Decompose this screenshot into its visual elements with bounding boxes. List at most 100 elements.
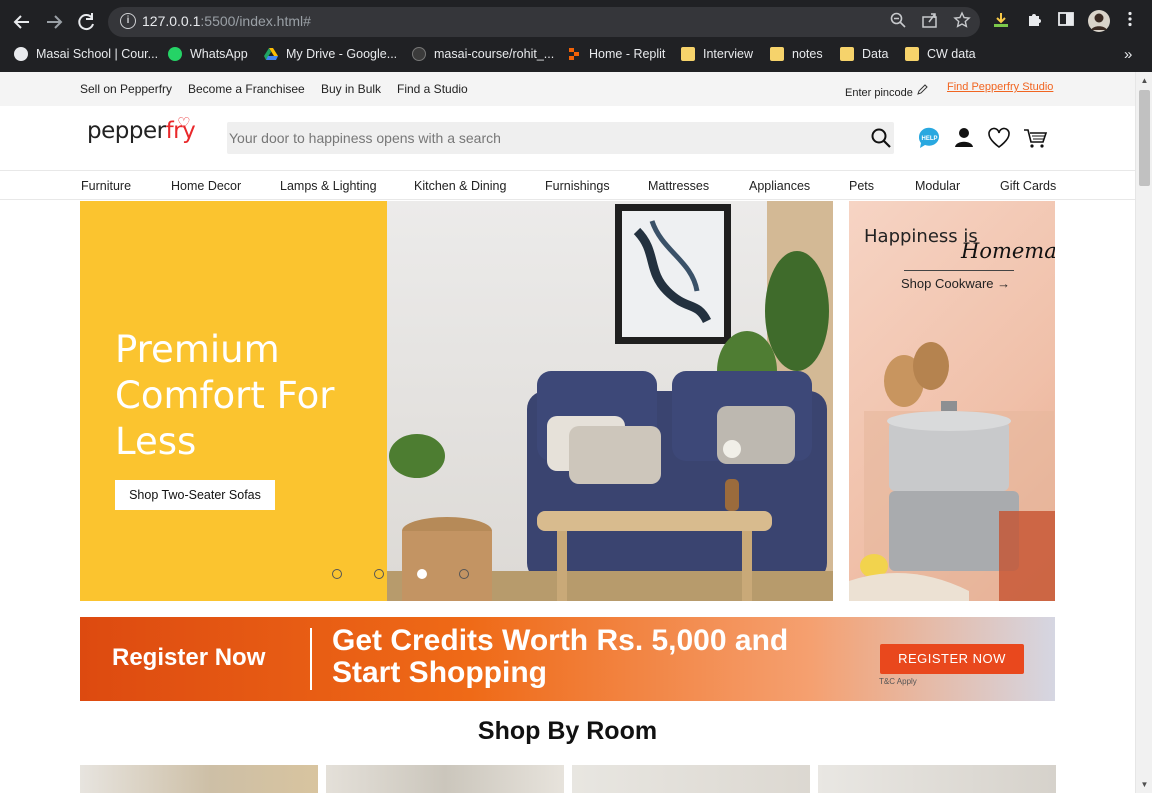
nav-kitchen-dining[interactable]: Kitchen & Dining [414, 179, 506, 193]
room-tile-1[interactable] [80, 765, 318, 793]
hero-headline: Premium Comfort For Less [115, 328, 335, 463]
find-studio-link[interactable]: Find a Studio [397, 82, 468, 96]
bookmark-label: My Drive - Google... [286, 47, 398, 61]
url-text[interactable]: 127.0.0.1:5500/index.html# [142, 13, 311, 29]
help-icon[interactable]: HELP [916, 125, 942, 151]
bookmark-notes[interactable]: notes [770, 44, 823, 64]
replit-icon [567, 47, 581, 61]
bookmark-drive[interactable]: My Drive - Google... [264, 44, 397, 64]
bookmark-star-icon[interactable] [951, 11, 973, 33]
wishlist-heart-icon[interactable] [986, 125, 1012, 151]
hero-carousel[interactable]: Premium Comfort For Less Shop Two-Seater… [80, 201, 833, 601]
sofa-room-illustration [387, 201, 833, 601]
google-drive-icon [264, 47, 278, 61]
folder-icon [770, 47, 784, 61]
cart-icon[interactable] [1022, 125, 1048, 151]
bookmarks-bar: Masai School | Cour... WhatsApp My Drive… [0, 40, 1152, 68]
shop-two-seater-sofas-button[interactable]: Shop Two-Seater Sofas [115, 480, 275, 510]
nav-modular[interactable]: Modular [915, 179, 960, 193]
carousel-dot-1[interactable] [332, 569, 342, 579]
logo-text-a: pepper [87, 118, 166, 144]
bookmark-label: Data [862, 47, 889, 61]
pencil-icon [916, 84, 928, 99]
side-panel-icon[interactable] [1055, 10, 1077, 32]
nav-lamps-lighting[interactable]: Lamps & Lighting [280, 179, 377, 193]
user-profile-icon[interactable] [951, 125, 977, 151]
room-tile-2[interactable] [326, 765, 564, 793]
share-icon[interactable] [919, 11, 941, 33]
bookmarks-overflow[interactable]: » [1124, 44, 1132, 64]
page-scrollbar[interactable]: ▲ ▼ [1135, 72, 1152, 793]
cookware-line2: Homemade [961, 239, 1055, 263]
nav-furnishings[interactable]: Furnishings [545, 179, 610, 193]
bookmark-replit[interactable]: Home - Replit [567, 44, 665, 64]
browser-menu-icon[interactable] [1119, 10, 1141, 32]
help-label: HELP [922, 136, 938, 142]
cookware-banner[interactable]: Happiness is Homemade Shop Cookware → [849, 201, 1055, 601]
shop-cookware-link[interactable]: Shop Cookware → [901, 276, 1010, 291]
profile-avatar[interactable] [1087, 9, 1110, 32]
register-now-text: Register Now [112, 644, 266, 671]
bulk-link[interactable]: Buy in Bulk [321, 82, 381, 96]
bookmark-label: notes [792, 47, 823, 61]
bookmark-masai[interactable]: Masai School | Cour... [14, 44, 158, 64]
search-icon[interactable] [870, 127, 892, 149]
bookmark-whatsapp[interactable]: WhatsApp [168, 44, 248, 64]
zoom-icon[interactable] [887, 11, 909, 33]
pincode-link[interactable]: Enter pincode [845, 84, 928, 99]
room-tile-3[interactable] [572, 765, 810, 793]
folder-icon [905, 47, 919, 61]
scroll-up-arrow-icon[interactable]: ▲ [1140, 76, 1149, 85]
nav-furniture[interactable]: Furniture [81, 179, 131, 193]
back-icon[interactable] [8, 8, 36, 36]
forward-icon[interactable] [40, 8, 68, 36]
category-nav: Furniture Home Decor Lamps & Lighting Ki… [0, 170, 1135, 200]
bookmark-label: CW data [927, 47, 976, 61]
carousel-dot-4[interactable] [459, 569, 469, 579]
nav-pets[interactable]: Pets [849, 179, 874, 193]
nav-mattresses[interactable]: Mattresses [648, 179, 709, 193]
address-bar[interactable]: i 127.0.0.1:5500/index.html# [108, 7, 980, 37]
promo-divider [310, 628, 312, 690]
extensions-icon[interactable] [1023, 10, 1045, 32]
url-path: :5500/index.html# [200, 13, 311, 29]
bookmark-data[interactable]: Data [840, 44, 888, 64]
nav-home-decor[interactable]: Home Decor [171, 179, 241, 193]
section-title: Shop By Room [477, 717, 658, 745]
scrollbar-thumb[interactable] [1139, 90, 1150, 186]
scroll-down-arrow-icon[interactable]: ▼ [1140, 780, 1149, 789]
bookmark-cw-data[interactable]: CW data [905, 44, 976, 64]
bookmark-label: masai-course/rohit_... [434, 47, 555, 61]
register-now-button[interactable]: REGISTER NOW [880, 644, 1024, 674]
carousel-dot-2[interactable] [374, 569, 384, 579]
register-promo-banner[interactable]: Register Now Get Credits Worth Rs. 5,000… [80, 617, 1055, 701]
franchise-link[interactable]: Become a Franchisee [188, 82, 305, 96]
cookware-divider [904, 270, 1014, 271]
page-content: Sell on Pepperfry Become a Franchisee Bu… [0, 72, 1135, 793]
bookmark-interview[interactable]: Interview [681, 44, 753, 64]
utility-bar: Sell on Pepperfry Become a Franchisee Bu… [0, 72, 1135, 106]
site-info-icon[interactable]: i [120, 13, 136, 29]
hero-image [387, 201, 833, 601]
heart-logo-icon: ♡ [177, 114, 190, 132]
pepperfry-logo[interactable]: pepperfry ♡ [87, 114, 196, 144]
bookmark-github[interactable]: masai-course/rohit_... [412, 44, 554, 64]
room-tile-4[interactable] [818, 765, 1056, 793]
nav-gift-cards[interactable]: Gift Cards [1000, 179, 1056, 193]
search-input[interactable] [227, 122, 857, 154]
bookmark-label: Masai School | Cour... [36, 47, 159, 61]
bookmark-label: Home - Replit [589, 47, 666, 61]
search-box [227, 122, 894, 154]
sell-link[interactable]: Sell on Pepperfry [80, 82, 172, 96]
download-icon[interactable] [990, 10, 1012, 32]
nav-appliances[interactable]: Appliances [749, 179, 810, 193]
promo-headline: Get Credits Worth Rs. 5,000 and Start Sh… [332, 624, 789, 689]
tc-apply-text: T&C Apply [879, 677, 917, 686]
browser-chrome: i 127.0.0.1:5500/index.html# Masai Schoo… [0, 0, 1152, 72]
url-host: 127.0.0.1 [142, 13, 201, 29]
find-pepperfry-studio-link[interactable]: Find Pepperfry Studio [947, 81, 1053, 93]
carousel-dot-3[interactable] [417, 569, 427, 579]
bookmark-label: WhatsApp [190, 47, 248, 61]
reload-icon[interactable] [72, 8, 100, 36]
github-icon [412, 47, 426, 61]
